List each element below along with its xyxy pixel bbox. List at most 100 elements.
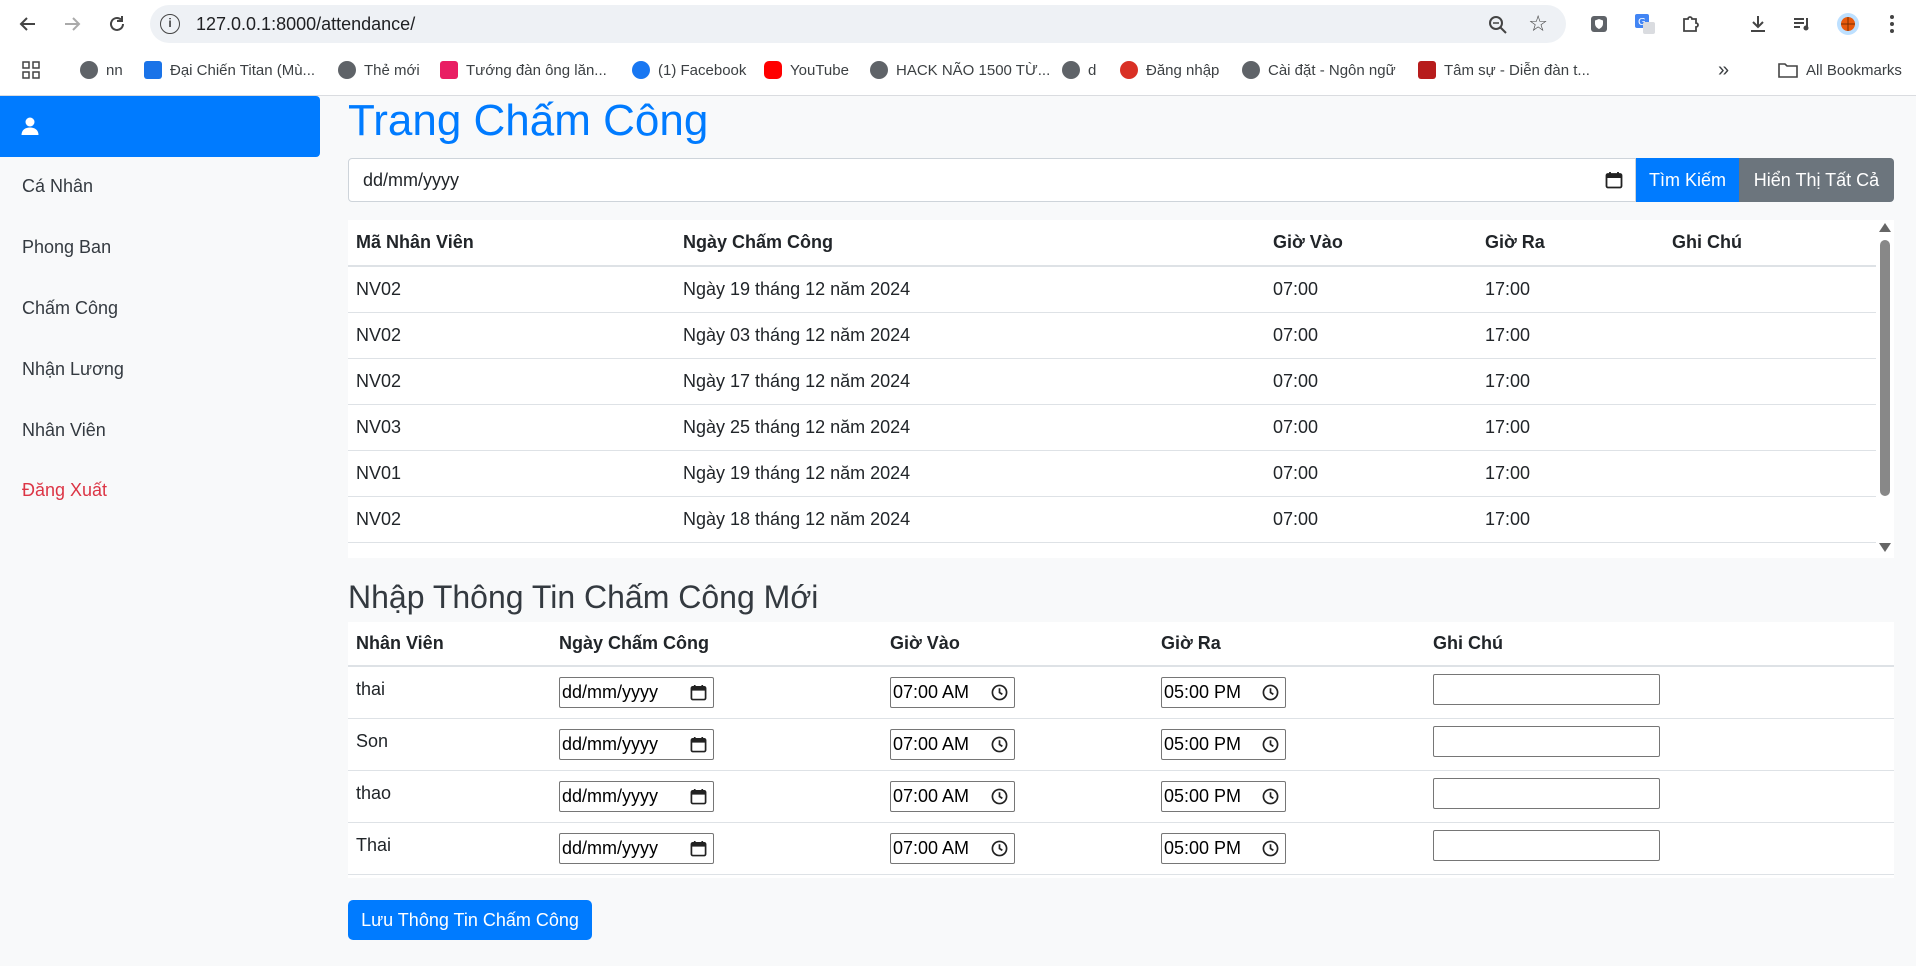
all-bookmarks-folder[interactable]: All Bookmarks [1778,58,1902,82]
media-playlist-icon[interactable] [1789,11,1815,37]
play-icon [144,61,162,79]
clock-icon[interactable] [1262,684,1279,701]
time-in-input[interactable]: 07:00 AM [890,780,1015,812]
clock-icon[interactable] [991,840,1008,857]
calendar-icon[interactable] [690,684,707,701]
bookmark-item[interactable]: Tướng đàn ông lăn... [440,58,607,82]
search-date-input[interactable]: dd/mm/yyyy [348,158,1636,202]
calendar-icon[interactable] [690,840,707,857]
bookmark-item[interactable]: Đăng nhập [1120,58,1219,82]
calendar-icon[interactable] [690,788,707,805]
date-input[interactable]: dd/mm/yyyy [559,832,714,864]
clock-icon[interactable] [1262,788,1279,805]
reload-icon[interactable] [103,10,131,38]
note-input[interactable] [1433,778,1660,809]
bookmark-item[interactable]: Thẻ mới [338,58,420,82]
sidebar-item-employees[interactable]: Nhân Viên [22,420,106,441]
column-header: Nhân Viên [348,622,551,667]
column-header: Ghi Chú [1664,220,1876,267]
globe-icon [870,61,888,79]
table-row: Thai dd/mm/yyyy 07:00 AM 05:00 PM [348,822,1894,875]
download-icon[interactable] [1745,11,1771,37]
table-row: NV01 Ngày 19 tháng 12 năm 2024 07:00 17:… [348,450,1876,497]
calendar-icon[interactable] [1605,171,1623,189]
time-in-input[interactable]: 07:00 AM [890,832,1015,864]
employee-id-cell: NV02 [348,358,675,405]
calendar-icon[interactable] [690,736,707,753]
sidebar-item-attendance[interactable]: Chấm Công [22,298,118,319]
globe-icon [338,61,356,79]
time-in-value: 07:00 AM [893,785,970,806]
clock-icon[interactable] [991,684,1008,701]
scroll-down-arrow-icon[interactable] [1879,543,1891,552]
globe-icon [1062,61,1080,79]
time-out-input[interactable]: 05:00 PM [1161,832,1286,864]
bookmark-item[interactable]: d [1062,58,1096,82]
back-icon[interactable] [14,10,42,38]
clock-icon[interactable] [991,736,1008,753]
browser-menu-icon[interactable] [1879,11,1905,37]
date-cell: Ngày 19 tháng 12 năm 2024 [675,450,1265,497]
scroll-up-arrow-icon[interactable] [1879,223,1891,232]
time-out-input[interactable]: 05:00 PM [1161,780,1286,812]
more-bookmarks-chevron-icon[interactable]: » [1718,58,1729,82]
time-out-input[interactable]: 05:00 PM [1161,728,1286,760]
table-scrollbar[interactable] [1876,220,1894,558]
bookmark-item[interactable]: nn [80,58,123,82]
note-input[interactable] [1433,726,1660,757]
sidebar-user-header[interactable] [0,96,320,157]
employee-name: Son [348,718,551,771]
time-in-cell: 07:00 [1265,404,1477,451]
bookmark-item[interactable]: (1) Facebook [632,58,746,82]
time-in-input[interactable]: 07:00 AM [890,676,1015,708]
translate-extension-icon[interactable]: G [1632,11,1658,37]
apps-grid-icon[interactable] [22,58,40,82]
bookmark-item[interactable]: Cài đặt - Ngôn ngữ [1242,58,1396,82]
time-in-value: 07:00 AM [893,837,970,858]
note-input[interactable] [1433,830,1660,861]
column-header: Giờ Ra [1477,220,1664,267]
bookmark-label: HACK NÃO 1500 TỪ... [896,61,1051,79]
time-in-input[interactable]: 07:00 AM [890,728,1015,760]
bookmark-label: (1) Facebook [658,61,747,79]
sidebar-item-salary[interactable]: Nhận Lương [22,359,124,380]
search-button[interactable]: Tìm Kiếm [1636,158,1739,202]
bookmark-item[interactable]: Tâm sự - Diễn đàn t... [1418,58,1590,82]
scrollbar-thumb[interactable] [1880,240,1890,496]
date-cell: Ngày 25 tháng 12 năm 2024 [675,404,1265,451]
time-in-cell: 07:00 [1265,266,1477,313]
date-input-value: dd/mm/yyyy [562,733,659,754]
clock-icon[interactable] [1262,736,1279,753]
time-in-cell: 07:00 [1265,496,1477,543]
site-info-icon[interactable]: i [160,14,180,34]
date-input[interactable]: dd/mm/yyyy [559,676,714,708]
date-cell: Ngày 19 tháng 12 năm 2024 [675,266,1265,313]
bookmark-item[interactable]: HACK NÃO 1500 TỪ... [870,58,1050,82]
sidebar-item-department[interactable]: Phong Ban [22,237,111,258]
sidebar-item-personal[interactable]: Cá Nhân [22,176,93,197]
address-bar[interactable]: i 127.0.0.1:8000/attendance/ ☆ [150,5,1566,43]
profile-avatar-icon[interactable] [1835,11,1861,37]
note-input[interactable] [1433,674,1660,706]
date-input[interactable]: dd/mm/yyyy [559,728,714,760]
clock-icon[interactable] [991,788,1008,805]
emblem-icon [1120,61,1138,79]
clock-icon[interactable] [1262,840,1279,857]
bookmark-star-icon[interactable]: ☆ [1528,13,1548,35]
show-all-button[interactable]: Hiển Thị Tất Cả [1739,158,1894,202]
globe-icon [80,61,98,79]
extensions-puzzle-icon[interactable] [1678,11,1704,37]
zoom-icon[interactable] [1488,15,1508,35]
bookmark-item[interactable]: YouTube [764,58,849,82]
sidebar-item-logout[interactable]: Đăng Xuất [22,480,107,501]
column-header: Mã Nhân Viên [348,220,675,267]
date-input[interactable]: dd/mm/yyyy [559,780,714,812]
save-attendance-button[interactable]: Lưu Thông Tin Chấm Công [348,900,592,940]
forward-icon[interactable] [58,10,86,38]
bookmark-label: Đăng nhập [1146,61,1220,79]
new-entry-table: Nhân Viên Ngày Chấm Công Giờ Vào Giờ Ra … [348,622,1894,875]
table-header-row: Mã Nhân Viên Ngày Chấm Công Giờ Vào Giờ … [348,220,1876,267]
time-out-input[interactable]: 05:00 PM [1161,676,1286,708]
bookmark-item[interactable]: Đại Chiến Titan (Mù... [144,58,315,82]
shield-extension-icon[interactable] [1586,11,1612,37]
